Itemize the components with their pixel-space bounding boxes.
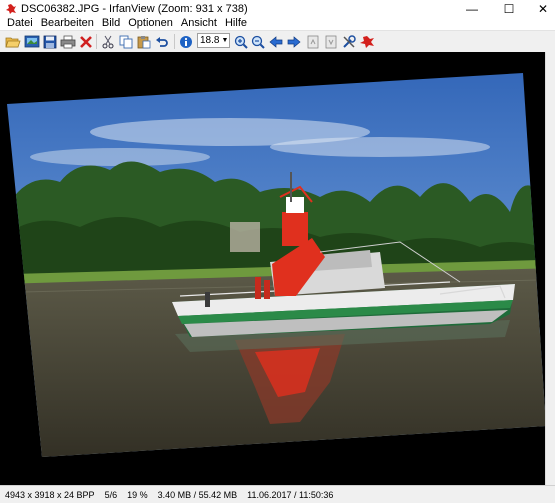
toolbar-separator — [96, 34, 97, 49]
last-page-icon[interactable] — [323, 34, 339, 50]
status-index: 5/6 — [104, 489, 118, 500]
zoom-value: 18.8 — [200, 35, 220, 46]
irfanview-app-icon[interactable] — [5, 3, 17, 15]
status-datetime: 11.06.2017 / 11:50:36 — [247, 489, 334, 500]
title-bar: DSC06382.JPG - IrfanView (Zoom: 931 x 73… — [0, 0, 555, 17]
rotated-photo — [7, 73, 546, 457]
photo-canvas — [7, 73, 546, 457]
menu-bild[interactable]: Bild — [98, 17, 124, 30]
open-folder-icon[interactable] — [5, 34, 21, 50]
menu-hilfe[interactable]: Hilfe — [221, 17, 251, 30]
zoom-combobox[interactable]: 18.8 ▼ — [197, 33, 230, 48]
minimize-button[interactable]: — — [457, 0, 487, 17]
previous-icon[interactable] — [268, 34, 284, 50]
irfanview-logo-icon[interactable] — [359, 34, 375, 50]
menu-datei[interactable]: Datei — [0, 17, 37, 30]
settings-icon[interactable] — [341, 34, 357, 50]
zoom-in-icon[interactable] — [233, 34, 249, 50]
status-size: 3.40 MB / 55.42 MB — [157, 489, 238, 500]
toolbar: 18.8 ▼ — [0, 30, 555, 53]
copy-icon[interactable] — [118, 34, 134, 50]
vertical-scrollbar[interactable] — [545, 52, 555, 485]
toolbar-separator — [174, 34, 175, 49]
menu-optionen[interactable]: Optionen — [124, 17, 177, 30]
cut-icon[interactable] — [100, 34, 116, 50]
paste-icon[interactable] — [136, 34, 152, 50]
menu-bearbeiten[interactable]: Bearbeiten — [37, 17, 98, 30]
undo-icon[interactable] — [154, 34, 170, 50]
status-zoom: 19 % — [127, 489, 148, 500]
info-icon[interactable] — [178, 34, 194, 50]
first-page-icon[interactable] — [305, 34, 321, 50]
status-dimensions: 4943 x 3918 x 24 BPP — [5, 489, 95, 500]
menu-bar: Datei Bearbeiten Bild Optionen Ansicht H… — [0, 17, 555, 30]
window-title: DSC06382.JPG - IrfanView (Zoom: 931 x 73… — [21, 2, 248, 15]
save-icon[interactable] — [42, 34, 58, 50]
next-icon[interactable] — [286, 34, 302, 50]
close-button[interactable]: ✕ — [528, 0, 555, 17]
zoom-out-icon[interactable] — [250, 34, 266, 50]
delete-icon[interactable] — [78, 34, 94, 50]
chevron-down-icon[interactable]: ▼ — [221, 34, 229, 47]
maximize-button[interactable]: ☐ — [494, 0, 524, 17]
print-icon[interactable] — [60, 34, 76, 50]
status-bar: 4943 x 3918 x 24 BPP 5/6 19 % 3.40 MB / … — [0, 485, 555, 503]
menu-ansicht[interactable]: Ansicht — [177, 17, 221, 30]
image-viewer[interactable] — [0, 52, 555, 485]
slideshow-icon[interactable] — [24, 34, 40, 50]
